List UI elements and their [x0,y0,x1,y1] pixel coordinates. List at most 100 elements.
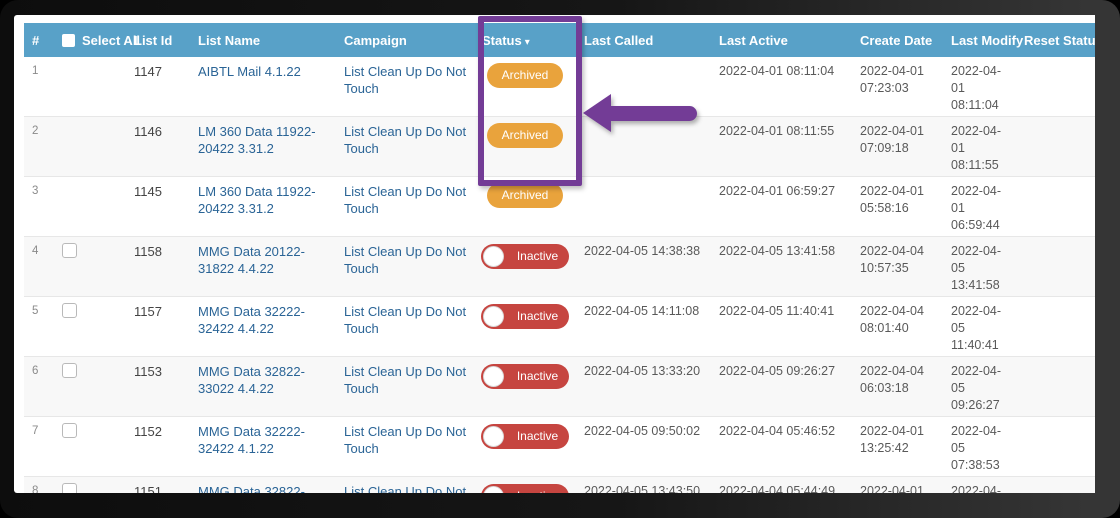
create-date-cell: 2022-04-04 08:01:40 [852,296,943,357]
list-name-link[interactable]: MMG Data 32822-33022 4.4.22 [198,364,305,396]
status-cell: Inactive [474,296,576,357]
toggle-knob [483,366,504,387]
col-header-status[interactable]: Status ▾ [474,23,576,57]
status-cell: Inactive [474,356,576,417]
reset-status-cell [1016,476,1095,493]
last-modify-cell: 2022-04-05 07:38:53 [943,416,1016,477]
last-called-cell: 2022-04-05 13:33:20 [576,356,711,417]
last-called-cell [576,57,711,117]
list-id-header-label: List Id [134,32,173,48]
campaign-link[interactable]: List Clean Up Do Not Touch [344,364,466,396]
col-header-select-all[interactable]: Select All [54,23,140,57]
list-name-link[interactable]: LM 360 Data 11922-20422 3.31.2 [198,184,316,216]
list-name-link[interactable]: MMG Data 20122-31822 4.4.22 [198,244,305,276]
campaign-link[interactable]: List Clean Up Do Not Touch [344,424,466,456]
list-name-link[interactable]: MMG Data 32822-33022 4.1.22 [198,484,305,493]
row-checkbox[interactable] [62,363,77,378]
status-toggle-inactive[interactable]: Inactive [481,364,569,389]
campaign-link[interactable]: List Clean Up Do Not Touch [344,124,466,156]
num-header-label: # [32,32,40,48]
list-name-link[interactable]: MMG Data 32222-32422 4.1.22 [198,424,305,456]
list-id-cell: 1145 [126,176,190,237]
lists-table-panel: # Select All List Id List Name Campaign … [14,15,1095,493]
row-select-cell [54,57,126,117]
list-id-cell: 1153 [126,356,190,417]
status-toggle-inactive[interactable]: Inactive [481,484,569,493]
row-checkbox[interactable] [62,423,77,438]
row-number: 5 [24,296,54,357]
campaign-header-label: Campaign [344,32,407,48]
last-active-cell: 2022-04-04 05:46:52 [711,416,852,477]
row-checkbox[interactable] [62,303,77,318]
reset-status-cell [1016,236,1095,297]
campaign-link[interactable]: List Clean Up Do Not Touch [344,484,466,493]
list-name-link[interactable]: LM 360 Data 11922-20422 3.31.2 [198,124,316,156]
last-called-cell: 2022-04-05 13:43:50 [576,476,711,493]
table-body: 1 1147 AIBTL Mail 4.1.22 List Clean Up Do N… [24,57,1095,493]
table-header: # Select All List Id List Name Campaign … [24,23,1095,57]
list-id-cell: 1157 [126,296,190,357]
sort-caret-icon: ▾ [524,36,530,48]
table-row: 4 1158 MMG Data 20122-31822 4.4.22 List Cle… [24,236,1095,297]
campaign-link[interactable]: List Clean Up Do Not Touch [344,244,466,276]
campaign-link[interactable]: List Clean Up Do Not Touch [344,64,466,96]
select-all-label: Select All [82,32,141,48]
last-modify-cell: 2022-04-05 09:26:27 [943,356,1016,417]
list-name-link[interactable]: AIBTL Mail 4.1.22 [198,64,301,79]
last-called-header-label: Last Called [584,32,654,48]
table-header-row: # Select All List Id List Name Campaign … [24,23,1095,57]
list-name-cell: MMG Data 32822-33022 4.4.22 [190,356,336,417]
row-select-cell [54,356,126,417]
reset-status-cell [1016,296,1095,357]
create-date-cell: 2022-04-04 06:03:18 [852,356,943,417]
col-header-last-called: Last Called [576,23,711,57]
row-number: 3 [24,176,54,237]
create-date-cell: 2022-04-01 07:23:03 [852,57,943,117]
col-header-list-name: List Name [190,23,336,57]
last-modify-cell: 2022-04-05 07:39:53 [943,476,1016,493]
campaign-cell: List Clean Up Do Not Touch [336,176,474,237]
table-row: 2 1146 LM 360 Data 11922-20422 3.31.2 List … [24,116,1095,177]
status-badge-archived: Archived [487,123,563,148]
campaign-link[interactable]: List Clean Up Do Not Touch [344,184,466,216]
create-date-cell: 2022-04-01 07:09:18 [852,116,943,177]
list-name-cell: MMG Data 32222-32422 4.4.22 [190,296,336,357]
col-header-create-date: Create Date [852,23,943,57]
status-toggle-inactive[interactable]: Inactive [481,424,569,449]
row-checkbox[interactable] [62,243,77,258]
last-called-cell: 2022-04-05 14:38:38 [576,236,711,297]
row-number: 6 [24,356,54,417]
last-modify-cell: 2022-04-01 08:11:55 [943,116,1016,177]
last-modify-header-label: Last Modify [951,32,1024,48]
toggle-knob [483,486,504,493]
row-number: 7 [24,416,54,477]
list-id-cell: 1151 [126,476,190,493]
col-header-list-id: List Id [126,23,190,57]
select-all-checkbox[interactable] [62,33,75,47]
list-id-cell: 1152 [126,416,190,477]
row-checkbox[interactable] [62,483,77,493]
toggle-label: Inactive [516,429,559,443]
row-number: 1 [24,57,54,117]
status-toggle-inactive[interactable]: Inactive [481,304,569,329]
row-select-cell [54,176,126,237]
list-name-link[interactable]: MMG Data 32222-32422 4.4.22 [198,304,305,336]
status-toggle-inactive[interactable]: Inactive [481,244,569,269]
screenshot-frame: # Select All List Id List Name Campaign … [0,0,1120,518]
row-select-cell [54,296,126,357]
reset-status-cell [1016,57,1095,117]
status-cell: Archived [474,57,576,117]
last-active-cell: 2022-04-05 09:26:27 [711,356,852,417]
toggle-label: Inactive [516,309,559,323]
reset-status-cell [1016,416,1095,477]
toggle-label: Inactive [516,369,559,383]
create-date-cell: 2022-04-01 10:05:06 [852,476,943,493]
create-date-cell: 2022-04-01 05:58:16 [852,176,943,237]
create-date-header-label: Create Date [860,32,933,48]
campaign-cell: List Clean Up Do Not Touch [336,236,474,297]
campaign-link[interactable]: List Clean Up Do Not Touch [344,304,466,336]
campaign-cell: List Clean Up Do Not Touch [336,116,474,177]
list-name-cell: MMG Data 32822-33022 4.1.22 [190,476,336,493]
last-called-cell [576,116,711,177]
last-active-cell: 2022-04-01 08:11:04 [711,57,852,117]
